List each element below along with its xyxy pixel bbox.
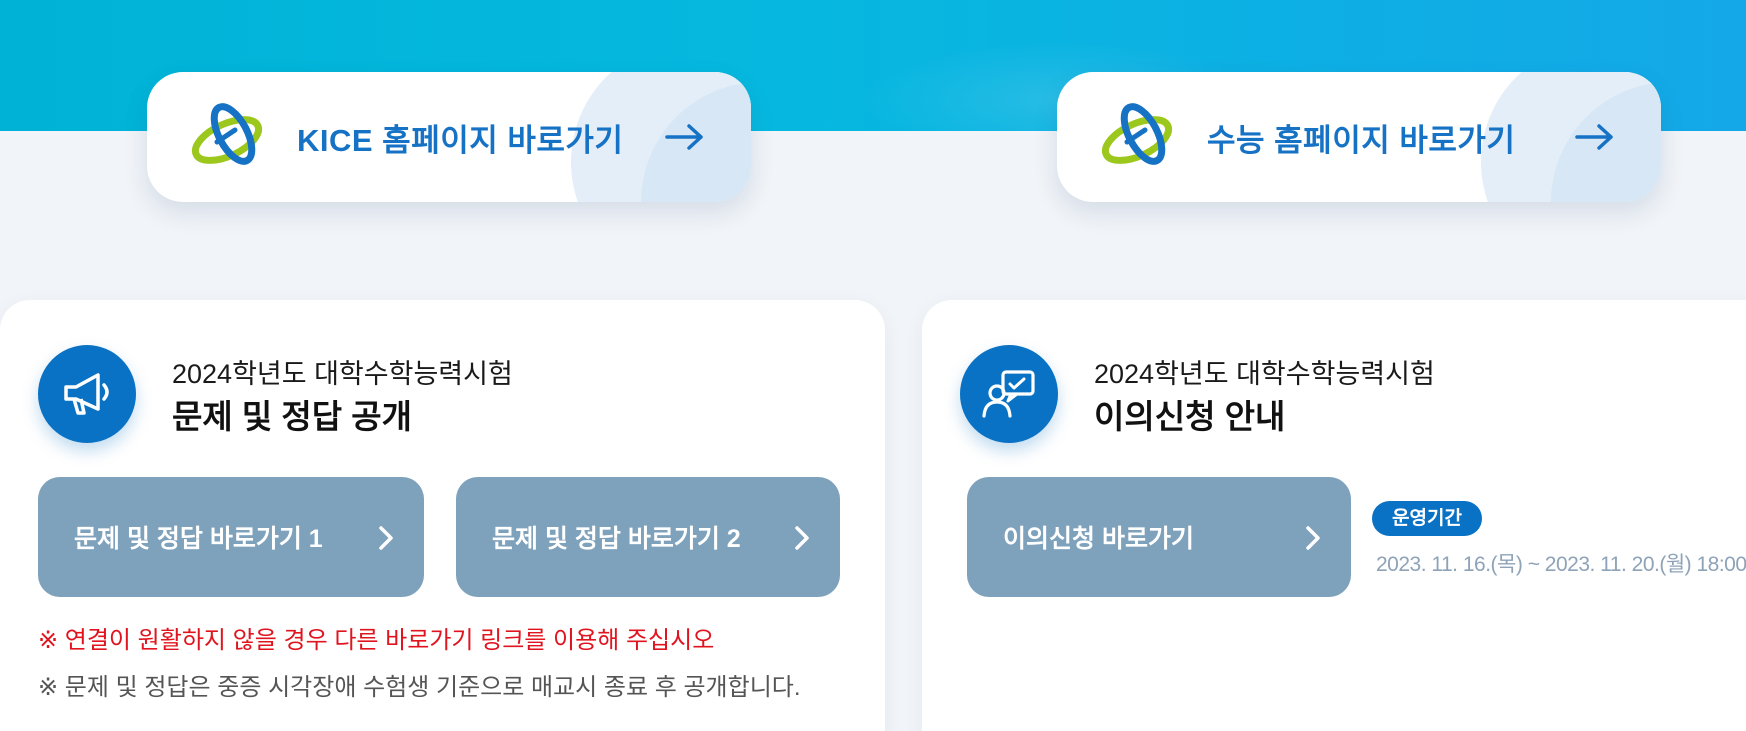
objection-link-button[interactable]: 이의신청 바로가기 bbox=[967, 477, 1351, 597]
answers-panel: 2024학년도 대학수학능력시험 문제 및 정답 공개 문제 및 정답 바로가기… bbox=[0, 300, 885, 731]
release-notice: ※ 문제 및 정답은 중증 시각장애 수험생 기준으로 매교시 종료 후 공개합… bbox=[38, 674, 801, 701]
button-label: 문제 및 정답 바로가기 2 bbox=[492, 525, 741, 553]
consultation-icon bbox=[960, 345, 1058, 443]
csat-homepage-link[interactable]: 수능 홈페이지 바로가기 bbox=[1057, 72, 1661, 202]
chevron-right-icon bbox=[1306, 526, 1320, 550]
button-label: 이의신청 바로가기 bbox=[1003, 525, 1194, 553]
csat-homepage-label: 수능 홈페이지 바로가기 bbox=[1207, 122, 1516, 158]
arrow-right-icon bbox=[1575, 124, 1613, 150]
chevron-right-icon bbox=[379, 526, 393, 550]
kice-homepage-label: KICE 홈페이지 바로가기 bbox=[297, 122, 624, 158]
answers-link-button-2[interactable]: 문제 및 정답 바로가기 2 bbox=[456, 477, 840, 597]
chevron-right-icon bbox=[795, 526, 809, 550]
kice-homepage-link[interactable]: KICE 홈페이지 바로가기 bbox=[147, 72, 751, 202]
kice-logo-icon bbox=[191, 103, 263, 165]
megaphone-icon bbox=[38, 345, 136, 443]
answers-link-button-1[interactable]: 문제 및 정답 바로가기 1 bbox=[38, 477, 424, 597]
kice-logo-icon bbox=[1101, 103, 1173, 165]
panel-subtitle: 2024학년도 대학수학능력시험 bbox=[1094, 359, 1435, 389]
panel-subtitle: 2024학년도 대학수학능력시험 bbox=[172, 359, 513, 389]
objection-panel: 2024학년도 대학수학능력시험 이의신청 안내 이의신청 바로가기 운영기간 … bbox=[922, 300, 1746, 731]
connection-notice: ※ 연결이 원활하지 않을 경우 다른 바로가기 링크를 이용해 주십시오 bbox=[38, 627, 715, 654]
period-badge: 운영기간 bbox=[1372, 501, 1482, 536]
panel-title: 이의신청 안내 bbox=[1094, 398, 1286, 435]
arrow-right-icon bbox=[665, 124, 703, 150]
panel-title: 문제 및 정답 공개 bbox=[172, 398, 413, 435]
button-label: 문제 및 정답 바로가기 1 bbox=[74, 525, 323, 553]
period-dates: 2023. 11. 16.(목) ~ 2023. 11. 20.(월) 18:0… bbox=[1376, 553, 1746, 576]
